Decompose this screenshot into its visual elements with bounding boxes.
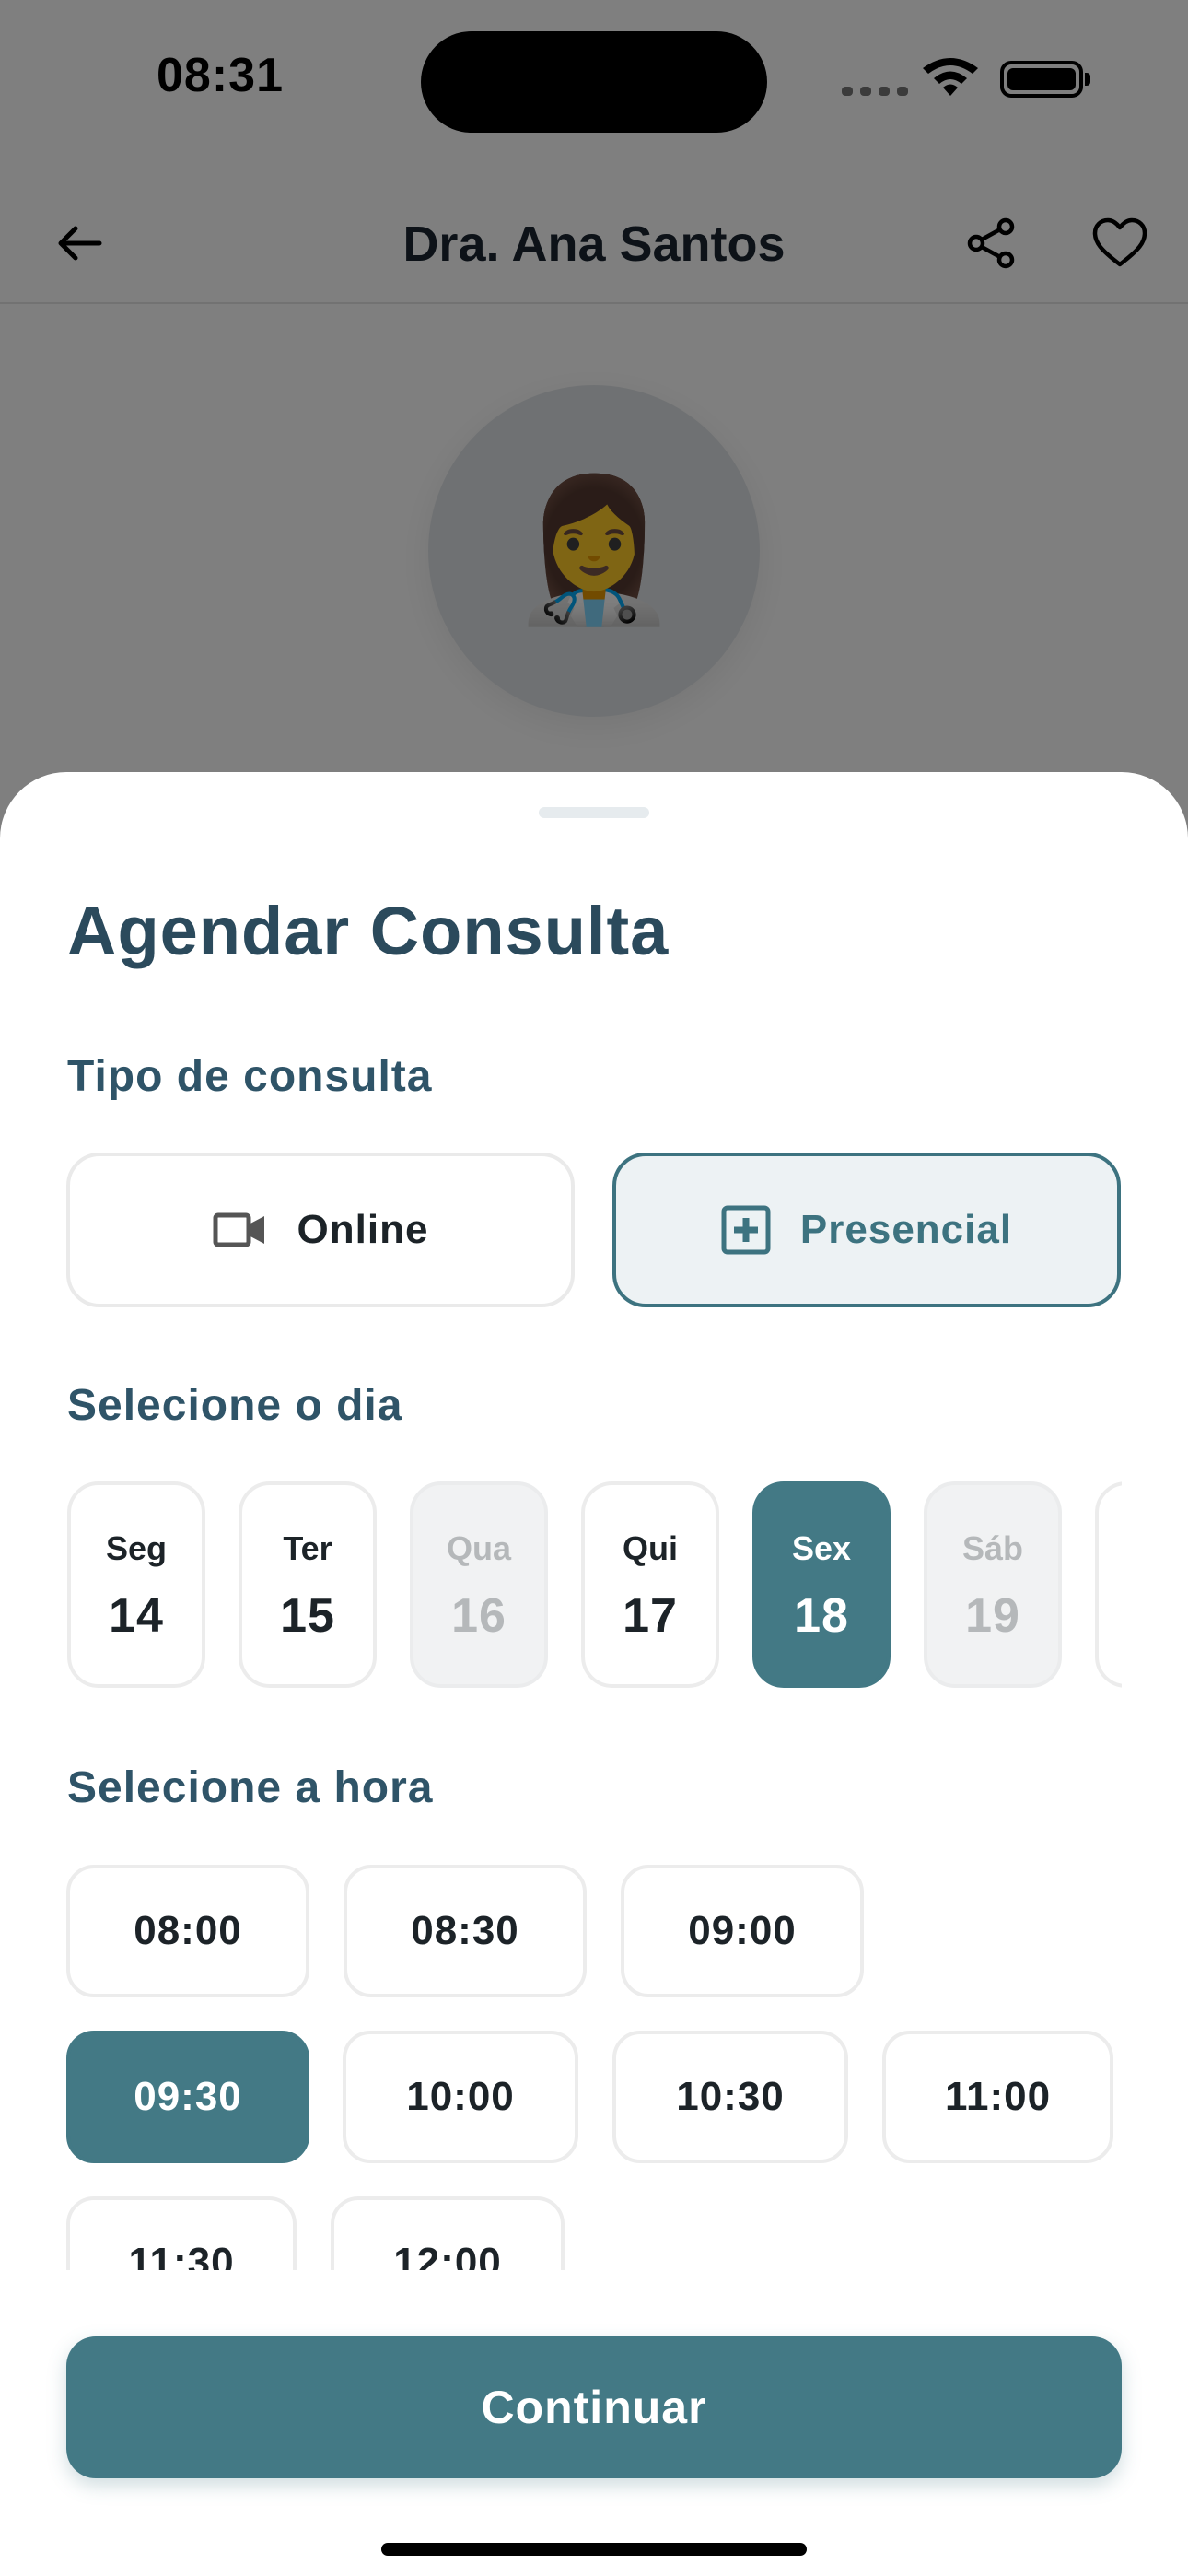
type-online-button[interactable]: Online xyxy=(66,1153,575,1307)
time-select-label: Selecione a hora xyxy=(67,1763,434,1812)
day-name: Seg xyxy=(105,1529,168,1567)
video-camera-icon xyxy=(213,1212,264,1247)
day-name: Sex xyxy=(791,1529,852,1567)
day-number: 14 xyxy=(109,1589,164,1643)
day-select-label: Selecione o dia xyxy=(67,1381,403,1430)
day-name: Sáb xyxy=(961,1529,1024,1567)
day-item-partial[interactable] xyxy=(1095,1481,1122,1688)
sheet-grabber[interactable] xyxy=(539,807,649,818)
booking-sheet: Agendar Consulta Tipo de consulta Online… xyxy=(0,772,1188,2576)
time-slot-0800[interactable]: 08:00 xyxy=(66,1865,309,1997)
day-number: 18 xyxy=(794,1589,849,1643)
day-item-sab: Sáb 19 xyxy=(924,1481,1062,1688)
day-number: 19 xyxy=(965,1589,1020,1643)
day-item-qui[interactable]: Qui 17 xyxy=(581,1481,719,1688)
type-presencial-button[interactable]: Presencial xyxy=(612,1153,1121,1307)
day-item-ter[interactable]: Ter 15 xyxy=(239,1481,377,1688)
type-presencial-label: Presencial xyxy=(799,1207,1013,1252)
sheet-title: Agendar Consulta xyxy=(67,893,670,969)
time-slot-1030[interactable]: 10:30 xyxy=(612,2031,848,2163)
day-name: Qua xyxy=(446,1529,511,1567)
day-name: Ter xyxy=(283,1529,332,1567)
day-name: Qui xyxy=(623,1529,678,1567)
home-indicator[interactable] xyxy=(381,2543,807,2556)
time-slot-0830[interactable]: 08:30 xyxy=(344,1865,587,1997)
type-online-label: Online xyxy=(297,1207,429,1252)
day-number: 15 xyxy=(280,1589,335,1643)
day-item-seg[interactable]: Seg 14 xyxy=(67,1481,205,1688)
sheet-footer: Continuar xyxy=(0,2270,1188,2576)
time-slot-0900[interactable]: 09:00 xyxy=(621,1865,864,1997)
time-slot-1000[interactable]: 10:00 xyxy=(343,2031,578,2163)
time-slot-1100[interactable]: 11:00 xyxy=(882,2031,1113,2163)
day-item-qua: Qua 16 xyxy=(410,1481,548,1688)
day-picker[interactable]: Seg 14 Ter 15 Qua 16 Qui 17 Sex 18 Sáb 1… xyxy=(67,1481,1122,1692)
consult-type-label: Tipo de consulta xyxy=(67,1052,433,1101)
medical-cross-icon xyxy=(721,1205,771,1255)
day-item-sex[interactable]: Sex 18 xyxy=(752,1481,891,1688)
time-slot-0930[interactable]: 09:30 xyxy=(66,2031,309,2163)
day-number: 17 xyxy=(623,1589,678,1643)
continue-button[interactable]: Continuar xyxy=(66,2336,1122,2478)
day-number: 16 xyxy=(451,1589,507,1643)
